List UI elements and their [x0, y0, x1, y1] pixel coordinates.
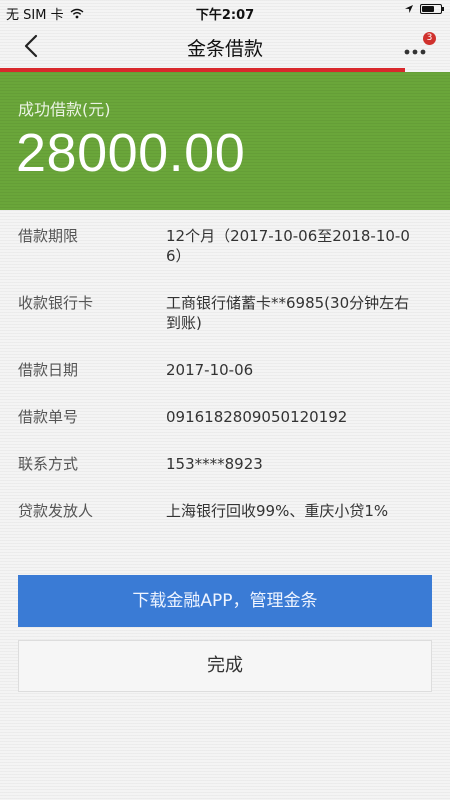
detail-label: 联系方式 — [18, 455, 79, 473]
detail-value: 12个月（2017-10-06至2018-10-06） — [166, 227, 410, 265]
loan-summary-banner: 成功借款(元) 28000.00 — [0, 72, 450, 210]
loan-details-list: 借款期限 12个月（2017-10-06至2018-10-06） 收款银行卡 工… — [0, 226, 450, 548]
notification-badge: 3 — [423, 32, 436, 45]
detail-label: 贷款发放人 — [18, 502, 94, 520]
detail-row-contact: 联系方式 153****8923 — [0, 454, 450, 474]
loan-amount-value: 28000.00 — [16, 123, 246, 183]
detail-value: 2017-10-06 — [166, 361, 254, 379]
done-button[interactable]: 完成 — [18, 640, 432, 692]
download-app-button[interactable]: 下载金融APP，管理金条 — [18, 575, 432, 627]
navigation-bar: 金条借款 3 — [0, 24, 450, 68]
location-arrow-icon — [405, 5, 413, 13]
detail-row-loan-date: 借款日期 2017-10-06 — [0, 360, 450, 380]
detail-label: 借款单号 — [18, 408, 79, 426]
detail-value: 工商银行储蓄卡**6985(30分钟左右到账) — [166, 294, 410, 332]
detail-label: 借款日期 — [18, 361, 79, 379]
detail-row-loan-number: 借款单号 0916182809050120192 — [0, 407, 450, 427]
page-title: 金条借款 — [186, 38, 263, 60]
detail-value: 0916182809050120192 — [166, 408, 348, 426]
loan-amount-label: 成功借款(元) — [18, 100, 111, 119]
detail-row-lender: 贷款发放人 上海银行回收99%、重庆小贷1% — [0, 501, 450, 521]
battery-fill — [422, 6, 434, 12]
detail-value: 153****8923 — [166, 455, 263, 473]
detail-value: 上海银行回收99%、重庆小贷1% — [166, 502, 389, 520]
battery-tip — [442, 7, 444, 11]
battery-icon — [420, 4, 444, 14]
more-button[interactable]: 3 — [402, 32, 436, 60]
detail-label: 借款期限 — [18, 227, 79, 245]
status-bar: 无 SIM 卡 下午2:07 — [0, 0, 450, 24]
detail-row-bank-card: 收款银行卡 工商银行储蓄卡**6985(30分钟左右到账) — [0, 293, 450, 333]
status-right — [404, 4, 444, 14]
detail-label: 收款银行卡 — [18, 294, 94, 312]
status-time: 下午2:07 — [195, 8, 255, 23]
detail-row-term: 借款期限 12个月（2017-10-06至2018-10-06） — [0, 226, 450, 266]
